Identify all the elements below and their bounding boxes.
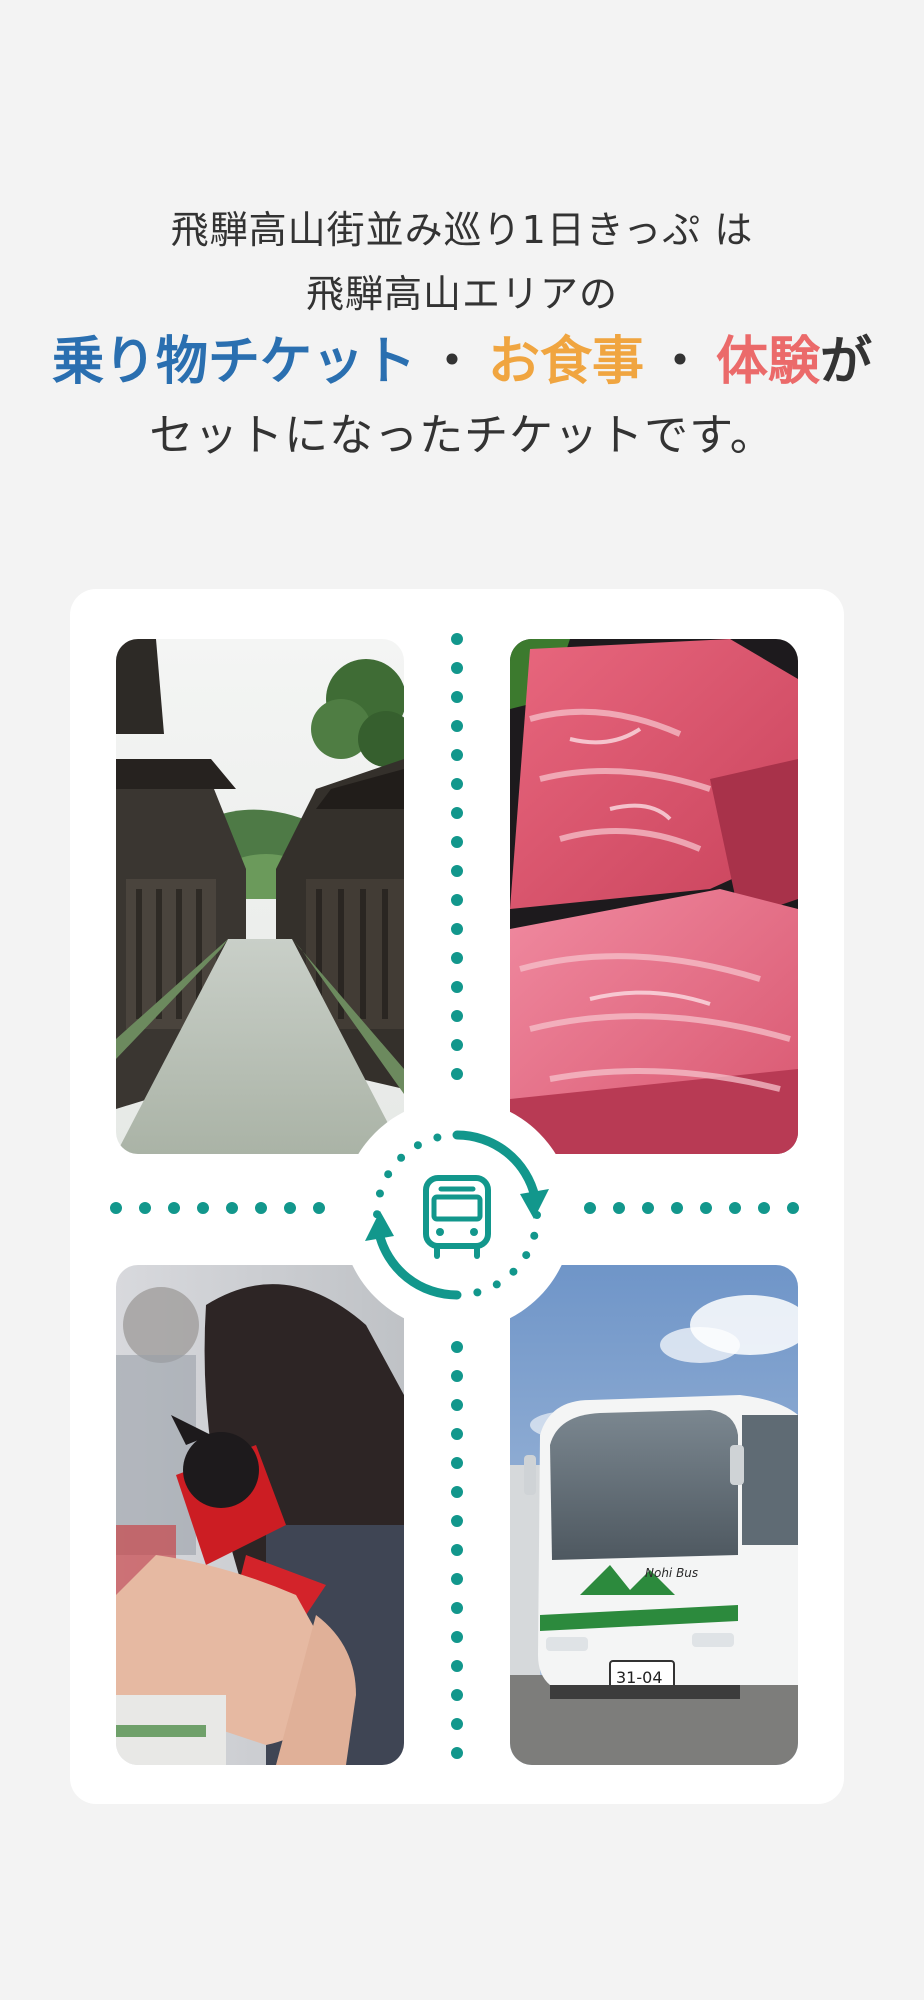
circular-arrows-icon <box>365 1130 549 1300</box>
transfer-hub <box>341 1099 573 1331</box>
svg-text:31-04: 31-04 <box>616 1668 663 1687</box>
takayama-street-photo <box>116 639 404 1154</box>
hida-beef-photo <box>510 639 798 1154</box>
nohi-bus-photo: Nohi Bus 31-04 <box>510 1265 798 1765</box>
separator-dot: ・ <box>654 332 707 392</box>
ticket-contents-card: Nohi Bus 31-04 <box>70 589 844 1804</box>
intro-line-2: 飛騨高山エリアの <box>305 272 618 316</box>
intro-line-4: セットになったチケットです。 <box>149 410 775 461</box>
separator-dot: ・ <box>425 332 478 392</box>
craft-experience-photo <box>116 1265 404 1765</box>
highlight-ride-ticket: 乗り物チケット <box>51 332 416 392</box>
highlight-meal: お食事 <box>487 332 644 392</box>
intro-highlight-line: 乗り物チケット・お食事・体験が <box>0 326 924 398</box>
bus-icon <box>423 1175 491 1259</box>
svg-text:Nohi Bus: Nohi Bus <box>645 1566 698 1580</box>
intro-line-1: 飛騨高山街並み巡り1日きっぷ は <box>170 208 754 252</box>
highlight-suffix: が <box>820 332 873 392</box>
intro-text: 飛騨高山街並み巡り1日きっぷ は 飛騨高山エリアの 乗り物チケット・お食事・体験… <box>0 198 924 474</box>
highlight-experience: 体験 <box>716 332 821 392</box>
